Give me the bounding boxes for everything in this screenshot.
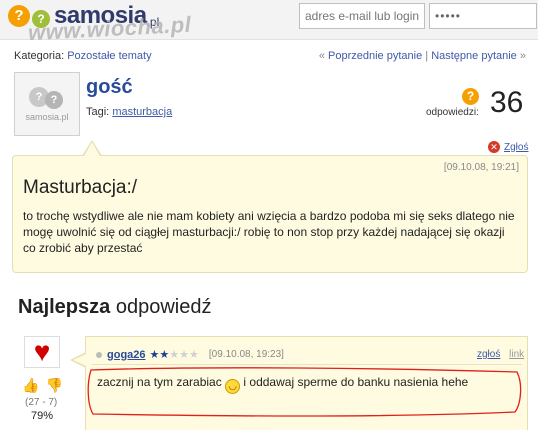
status-dot-icon (96, 351, 102, 358)
question-tags: Tagi: masturbacja (86, 106, 172, 118)
avatar-text: samosia.pl (25, 111, 69, 122)
answer-bubble-tail-inner (73, 354, 86, 366)
answer-user-link[interactable]: goga26 (107, 349, 146, 361)
question-author: gość (86, 76, 133, 98)
star-icon: ★ (149, 349, 160, 361)
answer-body: zacznij na tym zarabiac ◡ i oddawaj sper… (97, 374, 517, 394)
heart-icon: ♥ (33, 336, 51, 367)
prev-question-link[interactable]: Poprzednie pytanie (328, 50, 422, 62)
report-question-button[interactable]: ✕ Zgłoś (488, 141, 528, 153)
smiley-icon: ◡ (225, 379, 241, 394)
star-icon: ★ (189, 349, 199, 361)
nav-separator: | (425, 50, 429, 62)
category-link[interactable]: Pozostałe tematy (67, 50, 151, 62)
best-answer-heading-bold: Najlepsza (18, 296, 111, 318)
next-question-link[interactable]: Następne pytanie (431, 50, 517, 62)
question-body: to trochę wstydliwe ale nie mam kobiety … (23, 209, 515, 255)
report-answer-link[interactable]: zgłoś (477, 349, 500, 360)
answer-links: zgłoś link (471, 349, 524, 360)
answers-label: odpowiedzi: (426, 107, 479, 118)
answer-avatar: ♥ (24, 336, 60, 368)
category-row: Kategoria: Pozostałe tematy « Poprzednie… (14, 50, 526, 62)
vote-percent: 79% (31, 410, 54, 422)
star-icon: ★ (169, 349, 180, 361)
answer-header: goga26 ★ ★ ★ ★ ★ [09.10.08, 19:23] (96, 348, 284, 361)
answers-question-icon: ? (462, 88, 479, 105)
answers-count: 36 (490, 86, 524, 119)
vote-buttons: 👍 👎 (22, 377, 63, 394)
question-title: Masturbacja:/ (23, 177, 138, 198)
login-password-input[interactable] (429, 3, 537, 29)
star-icon: ★ (159, 349, 170, 361)
permalink-link[interactable]: link (509, 349, 524, 360)
answer-divider (92, 364, 522, 365)
avatar-question-icon: ? ? (27, 86, 67, 109)
best-answer-heading-rest: odpowiedź (115, 296, 212, 318)
question-nav: « Poprzednie pytanie | Następne pytanie … (319, 50, 526, 62)
report-label: Zgłoś (504, 141, 529, 153)
thumb-down-icon[interactable]: 👎 (45, 377, 62, 394)
login-email-input[interactable] (299, 3, 425, 29)
question-box: [09.10.08, 19:21] Masturbacja:/ to troch… (12, 155, 528, 273)
category-label: Kategoria: (14, 50, 65, 62)
avatar: ? ? samosia.pl (14, 72, 80, 136)
star-icon: ★ (179, 349, 190, 361)
question-bubble-tail-inner (84, 142, 100, 156)
vote-count: (27 - 7) (25, 397, 58, 408)
tags-label: Tagi: (86, 106, 110, 118)
prev-arrow: « (318, 50, 325, 62)
answer-text-part2: i oddawaj sperme do banku nasienia hehe (243, 375, 469, 389)
question-date: [09.10.08, 19:21] (443, 162, 519, 173)
top-bar: ? ? samosia .pl www.wiocha.pl (0, 0, 538, 45)
next-arrow: » (519, 50, 526, 62)
avatar-bubble: ? (45, 90, 63, 109)
page: ? ? samosia .pl www.wiocha.pl Kategoria:… (0, 0, 538, 430)
report-x-icon: ✕ (488, 141, 500, 153)
tag-link[interactable]: masturbacja (112, 106, 172, 118)
rating-stars: ★ ★ ★ ★ ★ (150, 348, 199, 361)
answer-date: [09.10.08, 19:23] (208, 349, 284, 360)
thumb-up-icon[interactable]: 👍 (22, 377, 39, 394)
best-answer-heading: Najlepsza odpowiedź (18, 296, 211, 319)
answer-text-part1: zacznij na tym zarabiac (97, 375, 222, 389)
